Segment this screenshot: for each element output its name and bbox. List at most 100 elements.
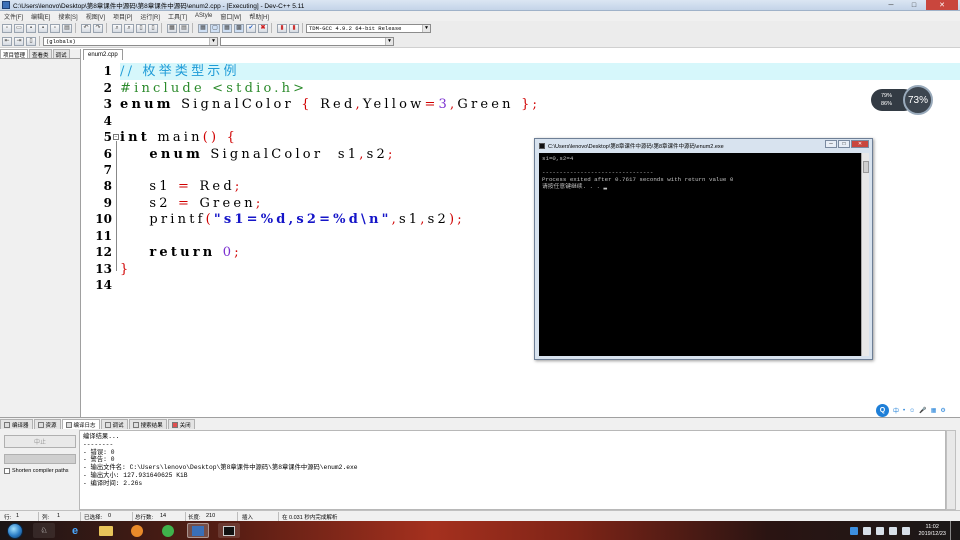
status-total-label: 总行数: (135, 515, 154, 521)
menu-file[interactable]: 文件[F] (0, 12, 27, 21)
ime-keyboard-icon[interactable]: ▦ (931, 407, 937, 414)
minimize-button[interactable]: ─ (880, 0, 902, 10)
line-number: 3 (103, 97, 112, 111)
maximize-button[interactable]: □ (903, 0, 925, 10)
devcpp-taskbar-icon[interactable] (187, 523, 209, 538)
stop-execution-icon[interactable]: ✖ (258, 23, 268, 33)
unindent-icon[interactable]: ⇥ (14, 36, 24, 46)
undo-icon[interactable]: ↶ (81, 23, 91, 33)
tab-project-manager[interactable]: 项目管理 (0, 49, 29, 59)
abort-compile-button[interactable]: 中止 (4, 435, 76, 448)
compiler-select[interactable]: TDM-GCC 4.9.2 64-bit Release ▼ (306, 23, 431, 33)
tray-icon[interactable] (876, 526, 885, 535)
ime-toolbar[interactable]: Q 中 • ☺ 🎤 ▦ ⚙ (872, 404, 948, 417)
rebuild-icon[interactable]: ▩ (234, 23, 244, 33)
ie-browser-icon[interactable]: e (64, 523, 86, 538)
save-all-icon[interactable]: ▪ (38, 23, 48, 33)
fold-toggle-icon[interactable]: − (113, 134, 119, 140)
menu-search[interactable]: 搜索[S] (54, 12, 81, 21)
open-file-icon[interactable]: ▭ (14, 23, 24, 33)
console-scrollbar-thumb[interactable] (863, 161, 869, 173)
function-select[interactable]: ▼ (220, 36, 394, 46)
ime-chinese-mode[interactable]: 中 (893, 406, 899, 415)
scope-select[interactable]: (globals) ▼ (43, 36, 218, 46)
app-taskbar-icon[interactable]: ♘ (33, 523, 55, 538)
compile-run-icon[interactable]: ▦ (222, 23, 232, 33)
code-line-1: // 枚举类型示例 (120, 63, 960, 80)
tab-compile-log[interactable]: 编译日志 (61, 419, 100, 429)
check-syntax-icon[interactable]: ✔ (246, 23, 256, 33)
console-taskbar-icon[interactable] (218, 523, 240, 538)
bookmark-icon[interactable]: ▯ (26, 36, 36, 46)
tab-search-results[interactable]: 搜索结果 (128, 419, 167, 429)
menu-bar: 文件[F] 编辑[E] 搜索[S] 视图[V] 项目[P] 运行[R] 工具[T… (0, 11, 960, 21)
close-file-icon[interactable]: ▫ (50, 23, 60, 33)
console-window[interactable]: C:\Users\lenovo\Desktop\第8章课件中源码\第8章课件中源… (534, 138, 873, 360)
file-tab-enum2[interactable]: enum2.cpp (83, 49, 123, 60)
console-minimize-button[interactable]: ─ (825, 140, 837, 148)
console-scrollbar[interactable] (861, 153, 869, 356)
new-project-icon[interactable]: ▦ (167, 23, 177, 33)
close-button[interactable]: ✕ (926, 0, 958, 10)
tray-icon[interactable] (863, 526, 872, 535)
print-icon[interactable]: ▤ (62, 23, 72, 33)
menu-edit[interactable]: 编辑[E] (27, 12, 54, 21)
tab-resources[interactable]: 资源 (33, 419, 61, 429)
speaker-icon[interactable] (902, 526, 911, 535)
profile-icon[interactable]: ▮ (289, 23, 299, 33)
tab-debug[interactable]: 调试 (52, 49, 70, 59)
network-icon[interactable] (889, 526, 898, 535)
menu-tools[interactable]: 工具[T] (164, 12, 191, 21)
console-output[interactable]: s1=0,s2=4 ------------------------------… (539, 153, 861, 356)
save-icon[interactable]: ▪ (26, 23, 36, 33)
tab-class-view[interactable]: 查看类 (29, 49, 52, 59)
redo-icon[interactable]: ↷ (93, 23, 103, 33)
show-desktop-button[interactable] (950, 521, 956, 540)
tab-close[interactable]: 关闭 (167, 419, 195, 429)
status-total-value: 14 (160, 513, 167, 519)
tab-compiler[interactable]: 编译器 (0, 419, 33, 429)
console-maximize-button[interactable]: □ (838, 140, 850, 148)
find-icon[interactable]: ⌕ (112, 23, 122, 33)
chart-icon[interactable]: ▮ (277, 23, 287, 33)
ime-tray-icon[interactable] (850, 526, 859, 535)
menu-run[interactable]: 运行[R] (136, 12, 164, 21)
run-icon[interactable]: ▢ (210, 23, 220, 33)
add-file-icon[interactable]: ▤ (179, 23, 189, 33)
indent-icon[interactable]: ⇤ (2, 36, 12, 46)
title-bar[interactable]: C:\Users\lenovo\Desktop\第8章课件中源码\第8章课件中源… (0, 0, 960, 11)
browser-icon[interactable] (157, 523, 179, 538)
ime-punctuation-icon[interactable]: • (903, 408, 905, 414)
menu-help[interactable]: 帮助[H] (245, 12, 273, 21)
ime-settings-icon[interactable]: ⚙ (940, 407, 945, 414)
new-file-icon[interactable]: ▫ (2, 23, 12, 33)
compile-icon[interactable]: ▦ (198, 23, 208, 33)
toolbar-separator (192, 23, 193, 33)
tab-debug-output[interactable]: 调试 (100, 419, 128, 429)
menu-view[interactable]: 视图[V] (82, 12, 109, 21)
replace-icon[interactable]: ⌕ (124, 23, 134, 33)
console-close-button[interactable]: ✕ (851, 140, 869, 148)
project-panel-tabs: 项目管理 查看类 调试 (0, 49, 80, 59)
taskbar-clock[interactable]: 11:02 2019/12/23 (918, 524, 946, 538)
status-length-value: 210 (206, 513, 216, 519)
system-monitor-widget[interactable]: 79% 86% 73% (871, 85, 933, 115)
goto-line-icon[interactable]: ▯ (148, 23, 158, 33)
menu-window[interactable]: 窗口[W] (216, 12, 245, 21)
compile-log-text[interactable]: 编译结果... -------- - 错误: 0 - 警告: 0 - 输出文件名… (79, 430, 946, 510)
menu-astyle[interactable]: AStyle (191, 13, 216, 19)
media-player-icon[interactable] (126, 523, 148, 538)
status-length-label: 长度: (188, 515, 201, 521)
ime-voice-icon[interactable]: 🎤 (919, 407, 926, 414)
compile-log-scrollbar[interactable] (946, 430, 956, 510)
ime-logo-icon[interactable]: Q (876, 404, 889, 417)
file-explorer-icon[interactable] (95, 523, 117, 538)
find-next-icon[interactable]: ▯ (136, 23, 146, 33)
menu-project[interactable]: 项目[P] (109, 12, 136, 21)
shorten-paths-option[interactable]: Shorten compiler paths (4, 468, 69, 474)
console-title-bar[interactable]: C:\Users\lenovo\Desktop\第8章课件中源码\第8章课件中源… (539, 141, 724, 150)
ime-emoji-icon[interactable]: ☺ (909, 408, 915, 414)
shorten-paths-checkbox[interactable] (4, 468, 10, 474)
console-window-controls: ─ □ ✕ (824, 140, 869, 148)
start-button[interactable] (3, 521, 27, 540)
